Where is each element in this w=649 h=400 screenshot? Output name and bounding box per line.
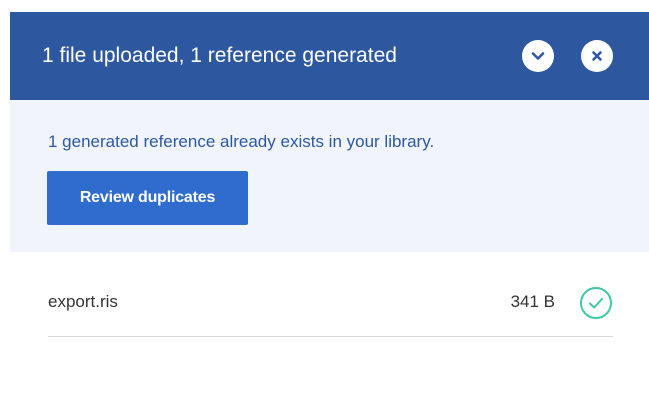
file-size: 341 B [510, 292, 555, 311]
file-name: export.ris [48, 292, 118, 311]
upload-status-panel: 1 file uploaded, 1 reference generated 1… [10, 12, 649, 400]
collapse-button[interactable] [522, 40, 554, 72]
close-button[interactable] [581, 40, 613, 72]
upload-header: 1 file uploaded, 1 reference generated [10, 12, 649, 100]
chevron-down-icon [531, 52, 545, 60]
review-duplicates-button[interactable]: Review duplicates [47, 171, 248, 225]
file-row: export.ris 341 B [48, 252, 613, 337]
duplicates-notice: 1 generated reference already exists in … [10, 100, 649, 252]
close-icon [592, 51, 602, 61]
upload-summary-title: 1 file uploaded, 1 reference generated [42, 44, 397, 67]
duplicates-message: 1 generated reference already exists in … [48, 132, 435, 151]
check-circle-icon [580, 287, 612, 319]
